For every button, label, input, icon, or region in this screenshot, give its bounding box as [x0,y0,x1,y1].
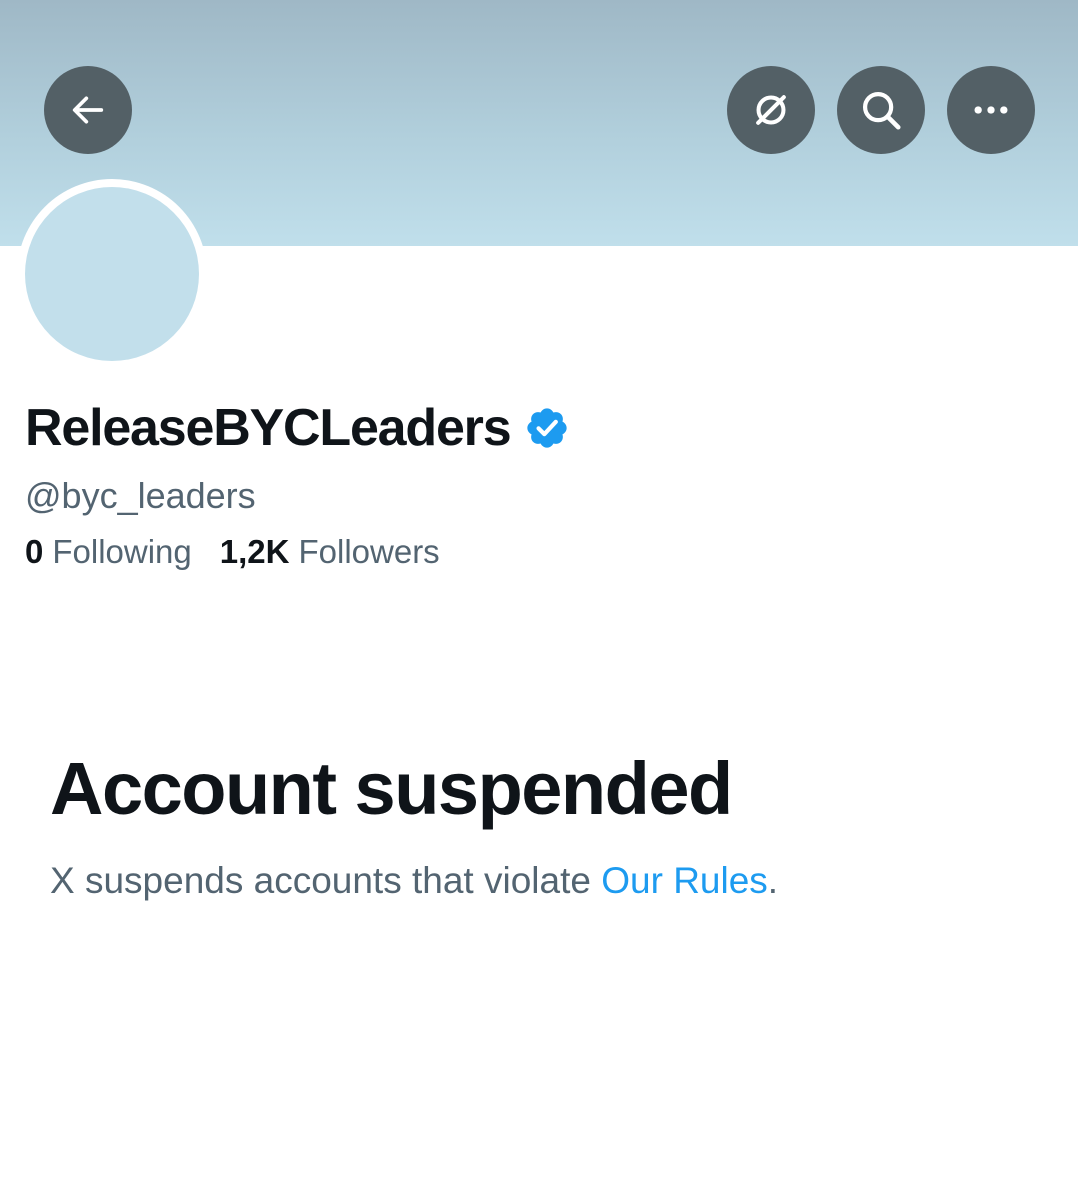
grok-slash-icon [756,95,786,125]
user-handle: @byc_leaders [25,475,256,516]
follow-stats: 0 Following 1,2K Followers [25,530,440,574]
followers-link[interactable]: 1,2K Followers [220,530,440,574]
suspended-message: X suspends accounts that violate Our Rul… [50,858,778,904]
following-label: Following [52,533,192,570]
avatar-ring [17,179,207,369]
back-button[interactable] [44,66,132,154]
avatar[interactable] [25,187,199,361]
suspended-message-text: X suspends accounts that violate [50,860,602,901]
suspended-message-period: . [767,860,779,901]
grok-button[interactable] [727,66,815,154]
verified-badge-icon[interactable] [524,405,570,451]
search-button[interactable] [837,66,925,154]
followers-label: Followers [298,533,440,570]
more-horizontal-icon [974,106,1008,114]
more-options-button[interactable] [947,66,1035,154]
followers-count: 1,2K [219,533,290,570]
following-link[interactable]: 0 Following [25,530,192,574]
search-icon [862,91,901,130]
following-count: 0 [25,533,44,570]
display-name: ReleaseBYCLeaders [25,399,512,457]
arrow-left-icon [72,96,104,124]
suspended-title: Account suspended [50,747,733,830]
our-rules-link[interactable]: Our Rules [601,860,768,901]
profile-name-row: ReleaseBYCLeaders [25,398,570,458]
